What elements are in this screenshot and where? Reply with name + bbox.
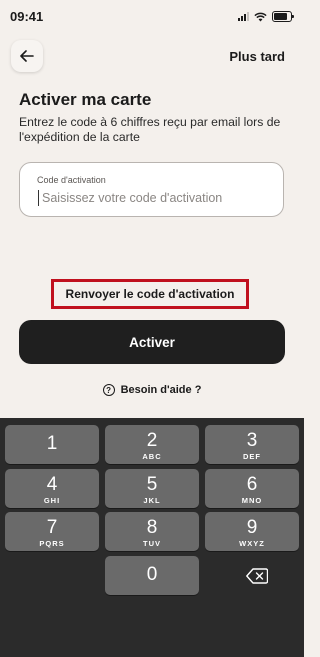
help-label: Besoin d'aide ?: [120, 384, 202, 396]
status-icons: [238, 11, 294, 22]
key-number: 7: [46, 517, 58, 538]
delete-key[interactable]: [210, 556, 304, 595]
key-0[interactable]: 0: [105, 556, 199, 595]
key-number: 6: [246, 474, 258, 495]
key-6[interactable]: 6 MNO: [205, 469, 299, 508]
activate-button[interactable]: Activer: [19, 320, 285, 364]
key-letters: MNO: [241, 496, 263, 505]
key-letters: ABC: [142, 452, 162, 461]
key-number: 5: [146, 474, 158, 495]
status-time: 09:41: [10, 9, 44, 24]
key-number: 2: [146, 430, 158, 451]
cellular-signal-icon: [238, 12, 249, 21]
key-number: 0: [146, 564, 158, 585]
key-letters: WXYZ: [239, 539, 265, 548]
arrow-left-icon: [20, 50, 34, 62]
activation-code-input[interactable]: [42, 188, 272, 208]
key-8[interactable]: 8 TUV: [105, 512, 199, 551]
key-number: 1: [46, 433, 58, 454]
key-letters: GHI: [43, 496, 61, 505]
page-title: Activer ma carte: [19, 90, 152, 109]
key-letters: DEF: [243, 452, 261, 461]
key-7[interactable]: 7 PQRS: [5, 512, 99, 551]
key-5[interactable]: 5 JKL: [105, 469, 199, 508]
wifi-icon: [254, 12, 267, 21]
key-number: 8: [146, 517, 158, 538]
help-link[interactable]: ? Besoin d'aide ?: [0, 384, 304, 396]
key-3[interactable]: 3 DEF: [205, 425, 299, 464]
page-subtitle: Entrez le code à 6 chiffres reçu par ema…: [19, 115, 281, 144]
battery-icon: [272, 11, 294, 22]
back-button[interactable]: [11, 40, 43, 72]
key-2[interactable]: 2 ABC: [105, 425, 199, 464]
activation-code-label: Code d'activation: [37, 175, 106, 185]
resend-code-button[interactable]: Renvoyer le code d'activation: [51, 279, 249, 309]
key-4[interactable]: 4 GHI: [5, 469, 99, 508]
key-letters: JKL: [143, 496, 161, 505]
key-number: 4: [46, 474, 58, 495]
key-number: 3: [246, 430, 258, 451]
key-letters: TUV: [143, 539, 161, 548]
activation-code-field[interactable]: Code d'activation: [19, 162, 284, 217]
backspace-icon: [246, 567, 268, 584]
question-circle-icon: ?: [102, 384, 115, 396]
key-9[interactable]: 9 WXYZ: [205, 512, 299, 551]
status-bar: 09:41: [0, 0, 304, 36]
text-caret: [38, 190, 39, 206]
key-1[interactable]: 1: [5, 425, 99, 464]
key-letters: PQRS: [39, 539, 65, 548]
key-number: 9: [246, 517, 258, 538]
later-button[interactable]: Plus tard: [229, 49, 285, 64]
